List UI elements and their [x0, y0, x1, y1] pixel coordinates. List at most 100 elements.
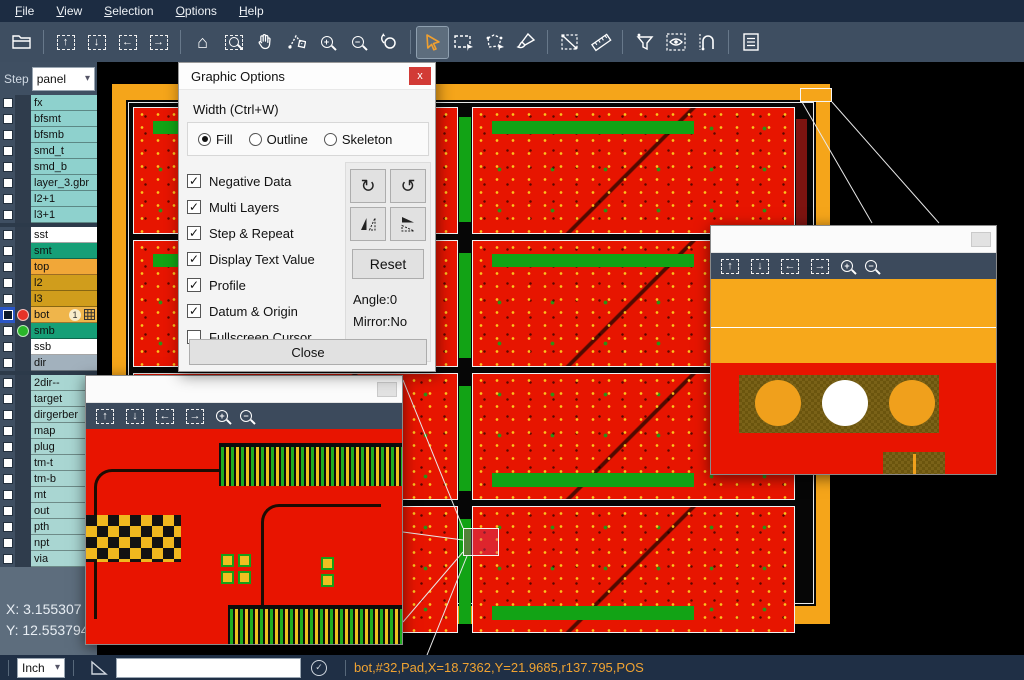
close-button[interactable]: Close [189, 339, 427, 365]
unit-select[interactable]: Inch ▾ [17, 658, 65, 678]
layer-row[interactable]: out [0, 503, 97, 519]
layer-row[interactable]: plug [0, 439, 97, 455]
layer-row[interactable]: mt [0, 487, 97, 503]
checkbox-negative-data[interactable]: ✓Negative Data [187, 168, 345, 194]
layer-row[interactable]: dirgerber [0, 407, 97, 423]
measure-diagonal-button[interactable] [554, 27, 585, 58]
layer-row[interactable]: tm-b [0, 471, 97, 487]
rotate-ccw-button[interactable]: ↺ [390, 169, 426, 203]
menu-help[interactable]: Help [228, 1, 275, 21]
layer-visibility-checkbox[interactable] [3, 162, 13, 172]
zoom-out-icon[interactable]: − [240, 410, 252, 422]
zoom-out-button[interactable]: − [342, 27, 373, 58]
layer-visibility-checkbox[interactable] [3, 98, 13, 108]
layer-visibility-checkbox[interactable] [3, 210, 13, 220]
layer-visibility-checkbox[interactable] [3, 378, 13, 388]
layer-visibility-checkbox[interactable] [3, 278, 13, 288]
rotate-cw-button[interactable]: ↻ [350, 169, 386, 203]
arrow-up-icon[interactable]: ↑ [721, 259, 739, 274]
layer-visibility-checkbox[interactable] [3, 554, 13, 564]
layer-row[interactable]: l2+1 [0, 191, 97, 207]
layer-row[interactable]: target [0, 391, 97, 407]
layer-visibility-checkbox[interactable] [3, 410, 13, 420]
layer-visibility-checkbox[interactable] [3, 522, 13, 532]
layer-row[interactable]: l3 [0, 291, 97, 307]
layer-visibility-checkbox[interactable] [3, 538, 13, 548]
filter-button[interactable] [629, 27, 660, 58]
layer-visibility-checkbox[interactable] [3, 490, 13, 500]
move-up-button[interactable]: ↑ [50, 27, 81, 58]
radio-skeleton[interactable]: Skeleton [324, 132, 393, 147]
zoom-in-icon[interactable]: + [841, 260, 853, 272]
reset-button[interactable]: Reset [352, 249, 424, 279]
layer-row[interactable]: l3+1 [0, 207, 97, 223]
snap-button[interactable] [691, 27, 722, 58]
checkbox-datum-origin[interactable]: ✓Datum & Origin [187, 298, 345, 324]
zoom-window-1-canvas[interactable] [86, 429, 402, 644]
layer-visibility-checkbox[interactable] [3, 326, 13, 336]
layer-row[interactable]: pth [0, 519, 97, 535]
layer-visibility-checkbox[interactable] [3, 474, 13, 484]
dialog-titlebar[interactable]: Graphic Options x [179, 63, 435, 90]
pan-button[interactable] [249, 27, 280, 58]
ruler-button[interactable] [585, 27, 616, 58]
view-options-button[interactable] [660, 27, 691, 58]
zoom-window-button[interactable] [218, 27, 249, 58]
layer-visibility-checkbox[interactable] [3, 310, 13, 320]
radio-fill[interactable]: Fill [198, 132, 233, 147]
arrow-right-icon[interactable]: → [811, 259, 829, 274]
layer-row[interactable]: 2dir-- [0, 375, 97, 391]
measure-node-button[interactable] [280, 27, 311, 58]
layer-row[interactable]: dir [0, 355, 97, 371]
zoom-in-button[interactable]: + [311, 27, 342, 58]
brush-button[interactable] [510, 27, 541, 58]
grid-icon[interactable] [84, 309, 95, 320]
layer-row[interactable]: top [0, 259, 97, 275]
radio-outline[interactable]: Outline [249, 132, 308, 147]
layer-visibility-checkbox[interactable] [3, 262, 13, 272]
arrow-left-icon[interactable]: ← [156, 409, 174, 424]
arrow-down-icon[interactable]: ↓ [126, 409, 144, 424]
layer-visibility-checkbox[interactable] [3, 194, 13, 204]
layer-visibility-checkbox[interactable] [3, 342, 13, 352]
move-down-button[interactable]: ↓ [81, 27, 112, 58]
step-select[interactable]: panel ▾ [32, 67, 95, 91]
move-left-button[interactable]: ← [112, 27, 143, 58]
mirror-horizontal-button[interactable] [350, 207, 386, 241]
report-button[interactable] [735, 27, 766, 58]
zoom-window-2-titlebar[interactable] [711, 226, 996, 253]
layer-visibility-checkbox[interactable] [3, 246, 13, 256]
arrow-down-icon[interactable]: ↓ [751, 259, 769, 274]
layer-row[interactable]: smd_b [0, 159, 97, 175]
arrow-up-icon[interactable]: ↑ [96, 409, 114, 424]
layer-row[interactable]: l2 [0, 275, 97, 291]
layer-visibility-checkbox[interactable] [3, 114, 13, 124]
zoom-window-2-canvas[interactable] [711, 279, 996, 474]
layer-row[interactable]: smt [0, 243, 97, 259]
layer-row[interactable]: bfsmt [0, 111, 97, 127]
menu-file[interactable]: File [4, 1, 45, 21]
dialog-close-button[interactable]: x [409, 67, 431, 85]
command-input[interactable] [116, 658, 301, 678]
layer-visibility-checkbox[interactable] [3, 426, 13, 436]
zoom-out-icon[interactable]: − [865, 260, 877, 272]
layer-row[interactable]: ssb [0, 339, 97, 355]
layer-row[interactable]: map [0, 423, 97, 439]
layer-row[interactable]: via [0, 551, 97, 567]
layer-row[interactable]: smb [0, 323, 97, 339]
checkbox-step-repeat[interactable]: ✓Step & Repeat [187, 220, 345, 246]
window-control-button[interactable] [971, 232, 991, 247]
layer-row[interactable]: smd_t [0, 143, 97, 159]
layer-visibility-checkbox[interactable] [3, 146, 13, 156]
layer-visibility-checkbox[interactable] [3, 458, 13, 468]
checkbox-profile[interactable]: ✓Profile [187, 272, 345, 298]
open-file-button[interactable] [6, 27, 37, 58]
checkbox-multi-layers[interactable]: ✓Multi Layers [187, 194, 345, 220]
menu-selection[interactable]: Selection [93, 1, 164, 21]
layer-row[interactable]: fx [0, 95, 97, 111]
apply-check-icon[interactable]: ✓ [311, 660, 327, 676]
layer-row[interactable]: tm-t [0, 455, 97, 471]
polygon-select-button[interactable] [479, 27, 510, 58]
layer-visibility-checkbox[interactable] [3, 230, 13, 240]
move-right-button[interactable]: → [143, 27, 174, 58]
